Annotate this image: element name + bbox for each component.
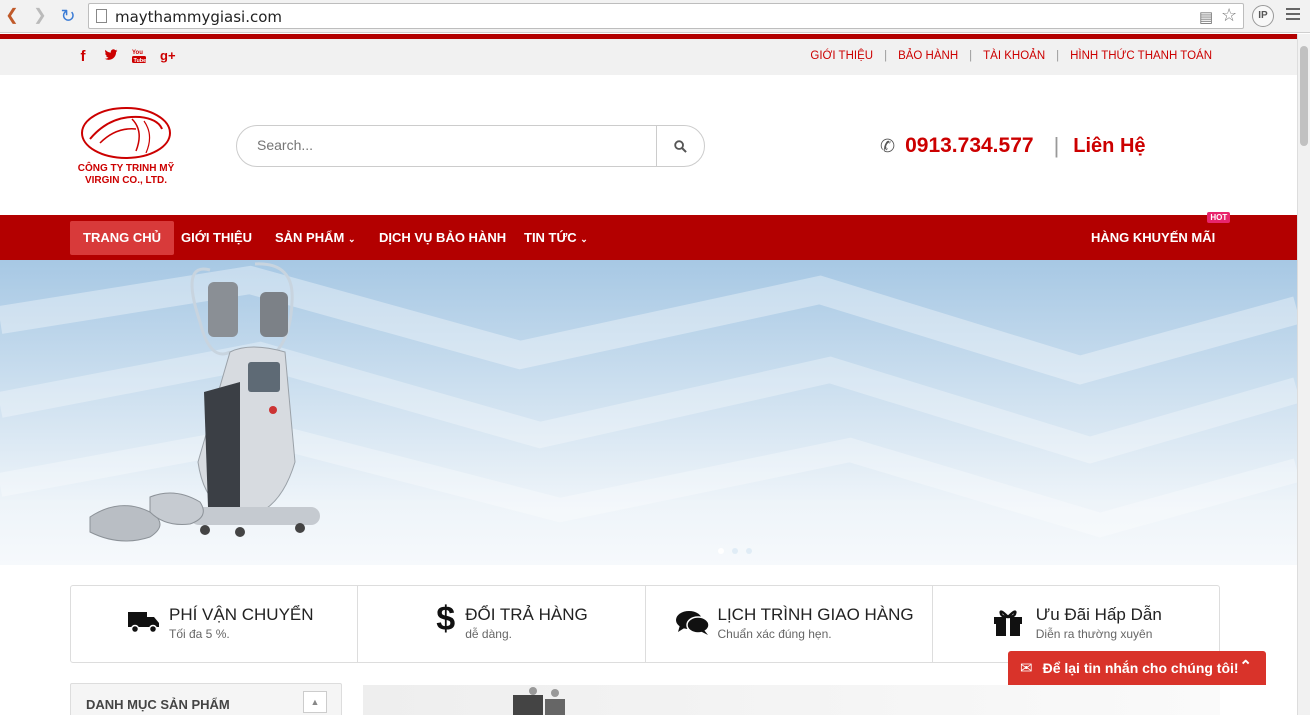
feature-title: LỊCH TRÌNH GIAO HÀNG (717, 605, 914, 624)
url-text[interactable]: maythammygiasi.com (115, 8, 282, 26)
cryolipolysis-machine-image (89, 262, 320, 542)
reload-icon[interactable]: ↻ (58, 6, 78, 26)
company-logo[interactable]: CÔNG TY TRINH MỸ VIRGIN CO., LTD. (70, 105, 182, 189)
svg-text:You: You (132, 50, 143, 56)
browser-toolbar: ❮ ❯ ↻ maythammygiasi.com ▤ ☆ IP (0, 0, 1310, 33)
hero-banner[interactable] (0, 260, 1297, 565)
slider-dots (718, 548, 752, 554)
feature-shipping: PHÍ VẬN CHUYỂN Tối đa 5 %. (71, 586, 359, 662)
twitter-icon[interactable] (104, 48, 118, 67)
hot-badge: HOT (1207, 212, 1231, 223)
top-bar: f You Tube g+ GIỚI THIỆU | BẢO HÀNH | TÀI… (0, 39, 1297, 75)
nav-san-pham[interactable]: SẢN PHẨM ⌄ (262, 215, 369, 260)
main-navigation: TRANG CHỦ GIỚI THIỆU SẢN PHẨM ⌄ DỊCH VỤ … (0, 212, 1297, 260)
feature-title: Ưu Đãi Hấp Dẫn (1035, 605, 1162, 624)
slider-dot[interactable] (732, 548, 738, 554)
search-button[interactable] (656, 126, 704, 166)
chevron-down-icon: ⌄ (580, 234, 588, 244)
top-links: GIỚI THIỆU | BẢO HÀNH | TÀI KHOẢN | HÌNH… (810, 50, 1212, 62)
hotline-number[interactable]: 0913.734.577 (905, 134, 1033, 158)
logo-emblem-icon (81, 107, 171, 159)
feature-subtitle: Chuẩn xác đúng hẹn. (717, 627, 832, 641)
feature-subtitle: Tối đa 5 %. (169, 627, 230, 641)
search-icon (674, 139, 687, 153)
top-link-thanh-toan[interactable]: HÌNH THỨC THANH TOÁN (1070, 50, 1212, 62)
truck-icon (128, 610, 160, 641)
nav-label: DỊCH VỤ BẢO HÀNH (379, 230, 507, 245)
feature-title: PHÍ VẬN CHUYỂN (169, 605, 314, 624)
search-box (236, 125, 705, 167)
nav-trang-chu[interactable]: TRANG CHỦ (70, 221, 174, 255)
back-icon[interactable]: ❮ (2, 6, 22, 26)
nav-label: HÀNG KHUYẾN MÃI (1091, 230, 1216, 245)
feature-subtitle: Diễn ra thường xuyên (1035, 627, 1153, 641)
product-preview-area[interactable] (363, 685, 1220, 715)
top-link-tai-khoan[interactable]: TÀI KHOẢN (983, 50, 1045, 62)
site-header: CÔNG TY TRINH MỸ VIRGIN CO., LTD. ✆ 0913… (0, 75, 1297, 215)
nav-tin-tuc[interactable]: TIN TỨC ⌄ (511, 215, 601, 260)
translate-icon[interactable]: ▤ (1199, 8, 1213, 26)
address-bar[interactable]: maythammygiasi.com ▤ ☆ (88, 3, 1244, 29)
top-link-gioi-thieu[interactable]: GIỚI THIỆU (810, 50, 873, 62)
logo-company-name: CÔNG TY TRINH MỸ (77, 163, 175, 174)
slider-dot[interactable] (718, 548, 724, 554)
feature-title: ĐỔI TRẢ HÀNG (465, 605, 588, 624)
feature-returns: $ ĐỔI TRẢ HÀNG dễ dàng. (358, 586, 646, 662)
phone-icon: ✆ (880, 135, 896, 156)
chat-widget[interactable]: ✉ Để lại tin nhắn cho chúng tôi! ⌃ (1008, 651, 1266, 685)
social-links: f You Tube g+ (76, 48, 176, 67)
svg-text:Tube: Tube (134, 58, 147, 63)
browser-menu-icon[interactable] (1286, 8, 1300, 23)
ip-extension-icon[interactable]: IP (1252, 5, 1274, 27)
contact-area: ✆ 0913.734.577 | Liên Hệ (880, 133, 1146, 159)
gift-icon (993, 608, 1023, 643)
nav-gioi-thieu[interactable]: GIỚI THIỆU (168, 215, 265, 260)
facebook-icon[interactable]: f (76, 48, 90, 67)
top-link-bao-hanh[interactable]: BẢO HÀNH (898, 50, 958, 62)
collapse-button[interactable]: ▲ (303, 691, 327, 713)
chevron-up-icon: ▲ (310, 697, 320, 707)
forward-icon[interactable]: ❯ (30, 6, 50, 26)
scrollbar-thumb[interactable] (1300, 46, 1308, 146)
divider: | (1056, 50, 1060, 62)
feature-subtitle: dễ dàng. (465, 627, 512, 641)
nav-label: TIN TỨC (524, 230, 577, 245)
product-thumbnail-image (513, 687, 565, 715)
nav-label: TRANG CHỦ (83, 230, 161, 245)
bookmark-star-icon[interactable]: ☆ (1221, 5, 1237, 26)
nav-dich-vu-bao-hanh[interactable]: DỊCH VỤ BẢO HÀNH (366, 215, 519, 260)
google-plus-icon[interactable]: g+ (160, 48, 176, 67)
search-input[interactable] (257, 137, 637, 153)
divider: | (969, 50, 973, 62)
divider: | (884, 50, 888, 62)
chat-label: Để lại tin nhắn cho chúng tôi! (1042, 660, 1239, 676)
dollar-icon: $ (436, 600, 456, 638)
youtube-icon[interactable]: You Tube (132, 48, 146, 67)
feature-delivery: LỊCH TRÌNH GIAO HÀNG Chuẩn xác đúng hẹn. (646, 586, 933, 662)
slider-dot[interactable] (746, 548, 752, 554)
page-scrollbar[interactable] (1297, 34, 1310, 715)
sidebar-title: DANH MỤC SẢN PHẨM (86, 697, 230, 712)
nav-hang-khuyen-mai[interactable]: HÀNG KHUYẾN MÃI HOT (1078, 212, 1231, 260)
logo-company-english: VIRGIN CO., LTD. (84, 175, 168, 186)
envelope-icon: ✉ (1020, 660, 1033, 677)
nav-label: SẢN PHẨM (275, 230, 345, 245)
category-sidebar-header: DANH MỤC SẢN PHẨM ▲ (70, 683, 342, 715)
divider: | (1053, 133, 1060, 158)
web-page: f You Tube g+ GIỚI THIỆU | BẢO HÀNH | TÀI… (0, 34, 1297, 715)
nav-label: GIỚI THIỆU (181, 230, 253, 245)
page-icon (96, 9, 107, 23)
contact-link[interactable]: Liên Hệ (1073, 135, 1145, 158)
chat-bubbles-icon (675, 610, 710, 643)
chevron-down-icon: ⌄ (347, 234, 356, 244)
chevron-up-icon[interactable]: ⌃ (1239, 657, 1252, 675)
